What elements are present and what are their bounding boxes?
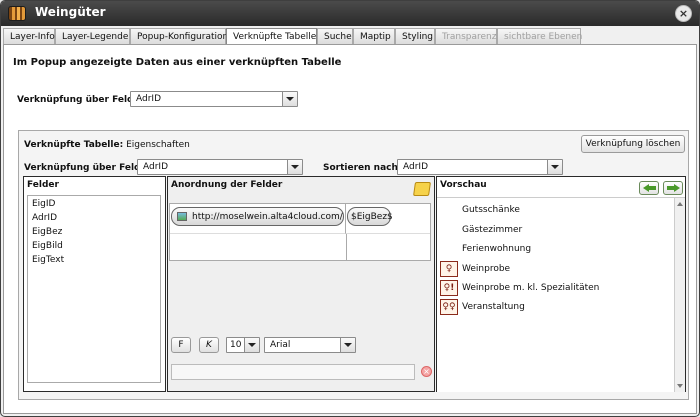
preview-item: Ferienwohnung: [462, 244, 532, 254]
chevron-down-icon[interactable]: [287, 160, 302, 174]
section-heading: Im Popup angezeigte Daten aus einer verk…: [13, 57, 342, 68]
linked-table-group: Verknüpfte Tabelle: Eigenschaften Verknü…: [18, 130, 689, 400]
linked-link-field-select[interactable]: AdrID: [137, 159, 303, 175]
dialog-window: Weingüter × Layer-Info Layer-Legende Pop…: [0, 0, 700, 417]
arrow-left-shaft: [649, 186, 656, 190]
field-token[interactable]: http://moselwein.alta4cloud.com/icons/: [171, 207, 344, 226]
tab-styling[interactable]: Styling: [395, 28, 435, 44]
scroll-up-icon[interactable]: [677, 202, 683, 206]
title-bar[interactable]: Weingüter ×: [1, 1, 699, 26]
link-field-select[interactable]: AdrID: [130, 91, 298, 107]
sort-value: AdrID: [403, 162, 428, 172]
sort-select[interactable]: AdrID: [397, 159, 563, 175]
chevron-down-icon[interactable]: [244, 338, 259, 352]
tab-layer-info[interactable]: Layer-Info: [3, 28, 55, 44]
tab-suche[interactable]: Suche: [317, 28, 353, 44]
preview-scrollbar[interactable]: [674, 198, 685, 392]
arrangement-panel: Anordnung der Felder http://moselwein.al…: [167, 176, 435, 392]
wine-glass-plus-icon: ♀!: [440, 280, 458, 296]
linked-table-name: Eigenschaften: [126, 140, 190, 150]
grid-divider: [346, 234, 347, 261]
preview-item: Weinprobe: [462, 264, 511, 274]
token-url: http://moselwein.alta4cloud.com/icons/: [192, 212, 344, 222]
font-size-select[interactable]: 10: [226, 337, 260, 353]
preview-list: Gutsschänke Gästezimmer Ferienwohnung ♀ …: [437, 197, 685, 392]
grid-cell[interactable]: $EigBez$: [346, 204, 430, 234]
tab-sichtbare-ebenen: sichtbare Ebenen: [497, 28, 582, 44]
text-input[interactable]: [171, 364, 415, 380]
preview-panel: Vorschau Gutsschänke Gästezimmer Ferienw…: [436, 176, 686, 392]
arrangement-grid: http://moselwein.alta4cloud.com/icons/ $…: [169, 203, 431, 261]
close-button[interactable]: ×: [675, 5, 692, 22]
chevron-down-icon[interactable]: [547, 160, 562, 174]
preview-item: Gutsschänke: [462, 205, 520, 215]
italic-button[interactable]: K: [199, 337, 219, 353]
clear-icon[interactable]: ×: [421, 366, 432, 377]
token-var: $EigBez$: [351, 212, 393, 222]
list-item[interactable]: EigID: [32, 199, 55, 209]
link-field-value: AdrID: [136, 94, 161, 104]
eraser-icon[interactable]: [413, 182, 431, 196]
font-size-value: 10: [230, 340, 242, 350]
wine-glass-icon: ♀: [440, 261, 458, 277]
list-item[interactable]: EigText: [32, 255, 64, 265]
fields-list[interactable]: EigID AdrID EigBez EigBild EigText: [27, 195, 161, 383]
delete-link-button[interactable]: Verknüpfung löschen: [581, 135, 685, 153]
wine-barrel-icon: [8, 6, 26, 21]
preview-header: Vorschau: [440, 180, 487, 190]
tab-layer-legende[interactable]: Layer-Legende: [55, 28, 130, 44]
fields-panel: Felder EigID AdrID EigBez EigBild EigTex…: [23, 176, 166, 392]
field-token[interactable]: $EigBez$: [347, 207, 393, 226]
tab-panel: Im Popup angezeigte Daten aus einer verk…: [3, 44, 697, 414]
linked-table-title: Verknüpfte Tabelle: Eigenschaften: [24, 140, 190, 150]
grid-cell[interactable]: http://moselwein.alta4cloud.com/icons/: [170, 204, 346, 234]
list-item[interactable]: AdrID: [32, 213, 57, 223]
link-field-label: Verknüpfung über Feld:: [17, 95, 138, 105]
bold-button[interactable]: F: [171, 337, 191, 353]
tab-popup-konfiguration[interactable]: Popup-Konfiguration: [130, 28, 228, 44]
sort-label: Sortieren nach:: [323, 163, 402, 173]
fields-header: Felder: [27, 180, 59, 190]
image-icon: [177, 212, 187, 221]
linked-table-label: Verknüpfte Tabelle:: [24, 140, 124, 150]
list-item[interactable]: EigBild: [32, 241, 63, 251]
font-name-select[interactable]: Arial: [264, 337, 356, 353]
tab-verknuepfte-tabelle[interactable]: Verknüpfte Tabelle: [226, 28, 317, 45]
arrow-right-shaft: [667, 186, 674, 190]
chevron-down-icon[interactable]: [282, 92, 297, 106]
preview-item: Veranstaltung: [462, 302, 525, 312]
window-title: Weingüter: [35, 5, 106, 19]
tab-maptip[interactable]: Maptip: [353, 28, 395, 44]
preview-item: Weinprobe m. kl. Spezialitäten: [462, 283, 600, 293]
font-name-value: Arial: [270, 340, 291, 350]
linked-link-field-label: Verknüpfung über Feld:: [24, 163, 145, 173]
wine-glasses-icon: ♀♀: [440, 299, 458, 315]
tab-transparenz: Transparenz: [435, 28, 497, 44]
list-item[interactable]: EigBez: [32, 227, 62, 237]
arrow-right-button[interactable]: [663, 181, 683, 195]
arrow-right-icon: [674, 184, 680, 192]
scroll-down-icon[interactable]: [677, 384, 683, 388]
arrow-left-button[interactable]: [639, 181, 659, 195]
chevron-down-icon[interactable]: [340, 338, 355, 352]
preview-item: Gästezimmer: [462, 225, 523, 235]
linked-link-field-value: AdrID: [143, 162, 168, 172]
arrangement-header: Anordnung der Felder: [171, 180, 283, 190]
